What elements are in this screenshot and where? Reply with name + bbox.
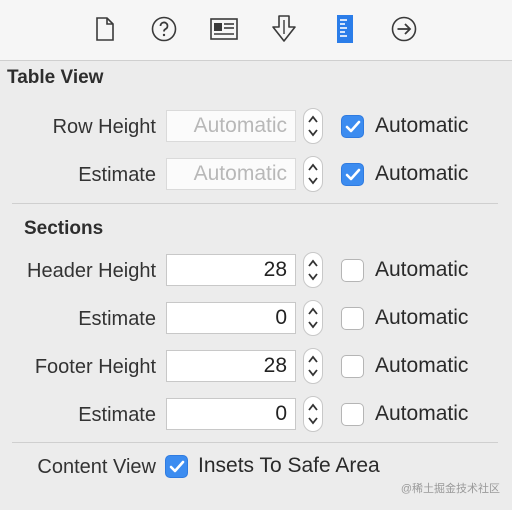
header-height-label: Header Height: [27, 260, 156, 282]
table-view-title: Table View: [7, 67, 104, 88]
content-view-label: Content View: [37, 456, 156, 478]
stepper-arrows-icon: [308, 403, 318, 425]
insets-safe-area-label: Insets To Safe Area: [198, 454, 380, 477]
section-divider: [12, 442, 498, 443]
help-icon[interactable]: [147, 12, 181, 46]
footer-estimate-stepper[interactable]: [303, 396, 323, 432]
checkmark-icon: [169, 460, 185, 473]
estimate-stepper[interactable]: [303, 156, 323, 192]
footer-estimate-label: Estimate: [78, 404, 156, 426]
watermark: @稀土掘金技术社区: [400, 483, 500, 495]
header-height-automatic-checkbox[interactable]: [341, 259, 364, 282]
connections-inspector-icon[interactable]: [387, 12, 421, 46]
section-divider: [12, 203, 498, 204]
row-height-automatic-checkbox[interactable]: [341, 115, 364, 138]
identity-inspector-icon[interactable]: [207, 12, 241, 46]
checkmark-icon: [345, 168, 361, 181]
estimate-automatic-checkbox[interactable]: [341, 163, 364, 186]
inspector-toolbar: [0, 0, 512, 61]
header-estimate-field[interactable]: 0: [166, 302, 296, 334]
footer-estimate-automatic-checkbox[interactable]: [341, 403, 364, 426]
footer-height-field[interactable]: 28: [166, 350, 296, 382]
footer-height-automatic-label: Automatic: [375, 354, 469, 377]
header-estimate-automatic-checkbox[interactable]: [341, 307, 364, 330]
header-height-automatic-label: Automatic: [375, 258, 469, 281]
insets-safe-area-checkbox[interactable]: [165, 455, 188, 478]
row-height-label: Row Height: [52, 116, 156, 138]
estimate-label: Estimate: [78, 164, 156, 186]
footer-estimate-field[interactable]: 0: [166, 398, 296, 430]
stepper-arrows-icon: [308, 307, 318, 329]
row-height-stepper[interactable]: [303, 108, 323, 144]
attributes-inspector-icon[interactable]: [267, 12, 301, 46]
footer-height-stepper[interactable]: [303, 348, 323, 384]
footer-height-automatic-checkbox[interactable]: [341, 355, 364, 378]
footer-height-label: Footer Height: [34, 356, 156, 378]
stepper-arrows-icon: [308, 163, 318, 185]
row-height-field[interactable]: Automatic: [166, 110, 296, 142]
file-inspector-icon[interactable]: [88, 12, 122, 46]
stepper-arrows-icon: [308, 355, 318, 377]
checkmark-icon: [345, 120, 361, 133]
stepper-arrows-icon: [308, 259, 318, 281]
footer-estimate-automatic-label: Automatic: [375, 402, 469, 425]
row-height-automatic-label: Automatic: [375, 114, 469, 137]
header-estimate-stepper[interactable]: [303, 300, 323, 336]
stepper-arrows-icon: [308, 115, 318, 137]
estimate-field[interactable]: Automatic: [166, 158, 296, 190]
sections-title: Sections: [24, 218, 104, 239]
header-estimate-automatic-label: Automatic: [375, 306, 469, 329]
header-height-stepper[interactable]: [303, 252, 323, 288]
header-height-field[interactable]: 28: [166, 254, 296, 286]
estimate-automatic-label: Automatic: [375, 162, 469, 185]
header-estimate-label: Estimate: [78, 308, 156, 330]
size-inspector-icon[interactable]: [328, 12, 362, 46]
